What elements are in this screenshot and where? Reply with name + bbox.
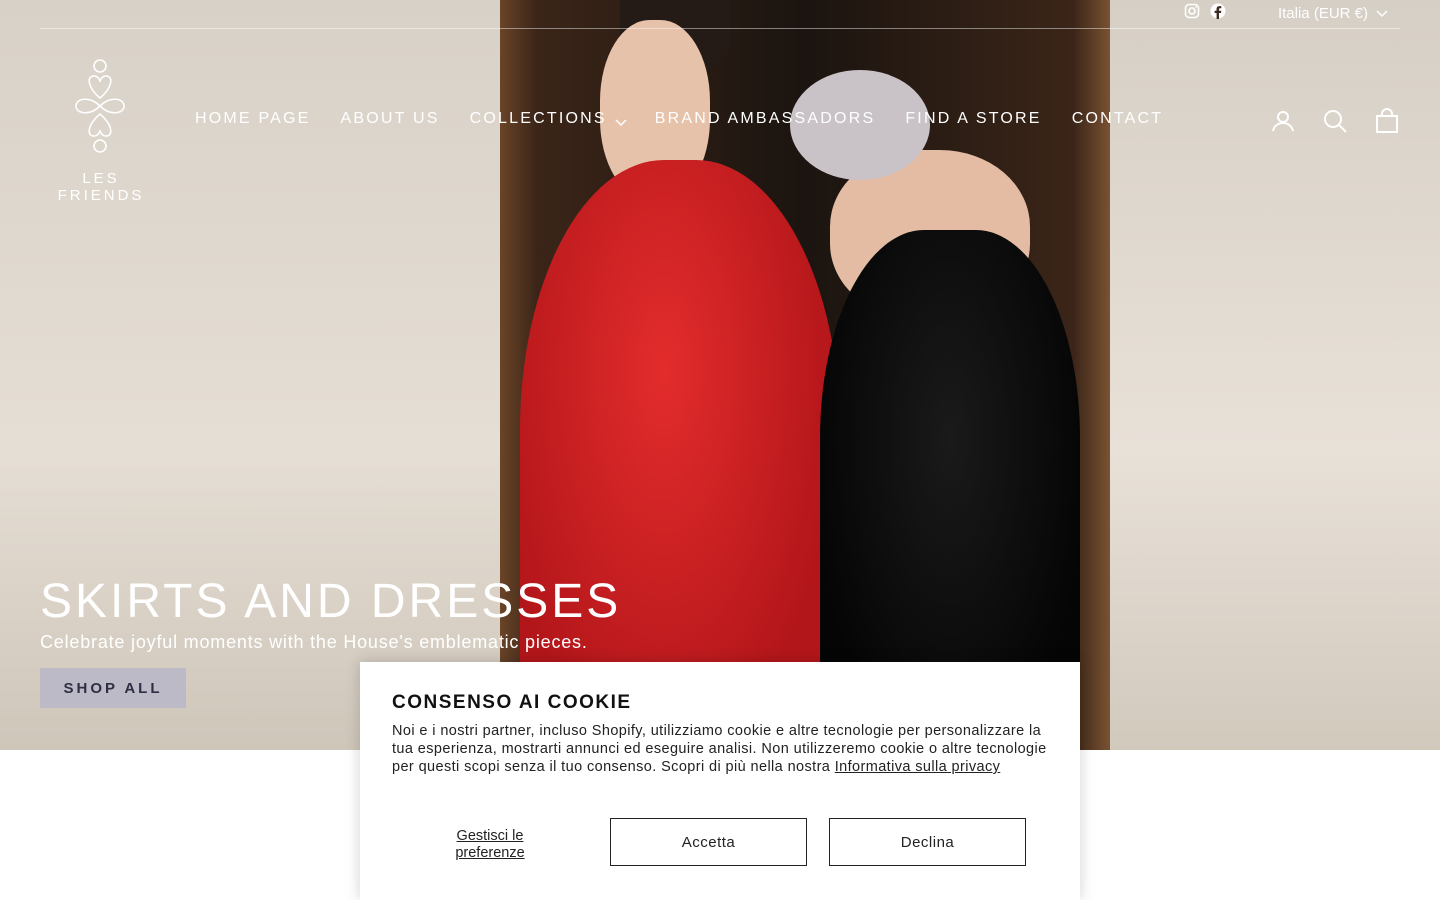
- header-actions: [1270, 108, 1400, 134]
- nav-item-label: FIND A STORE: [905, 110, 1042, 127]
- nav-item-about-us[interactable]: ABOUT US: [326, 110, 455, 128]
- logo-text: LES FRIENDS: [57, 170, 145, 204]
- cookie-title: CONSENSO AI COOKIE: [392, 692, 632, 713]
- nav-item-contact[interactable]: CONTACT: [1057, 110, 1179, 128]
- chevron-down-icon: [1376, 5, 1388, 22]
- nav-item-collections[interactable]: COLLECTIONS: [455, 110, 640, 128]
- nav-item-label: CONTACT: [1071, 110, 1164, 127]
- hero-subtitle: Celebrate joyful moments with the House'…: [40, 632, 588, 652]
- utility-bar: Italia (EUR €): [40, 0, 1400, 29]
- manage-preferences-link[interactable]: Gestisci le preferenze: [440, 828, 540, 862]
- search-icon[interactable]: [1322, 108, 1348, 134]
- shop-all-button[interactable]: SHOP ALL: [40, 668, 186, 708]
- nav-item-label: BRAND AMBASSADORS: [654, 110, 876, 127]
- nav-item-find-a-store[interactable]: FIND A STORE: [890, 110, 1056, 128]
- facebook-icon[interactable]: [1210, 3, 1226, 19]
- currency-selector[interactable]: Italia (EUR €): [1278, 5, 1388, 22]
- nav-item-label: HOME PAGE: [195, 110, 311, 127]
- nav-item-label: ABOUT US: [340, 110, 440, 127]
- main-nav: HOME PAGE ABOUT US COLLECTIONS BRAND AMB…: [180, 110, 1178, 128]
- logo-mark-icon: [75, 59, 125, 153]
- account-icon[interactable]: [1270, 108, 1296, 134]
- decline-button[interactable]: Declina: [829, 818, 1026, 866]
- brand-logo[interactable]: [40, 58, 162, 188]
- hero-title: SKIRTS AND DRESSES: [40, 575, 622, 628]
- privacy-policy-link[interactable]: Informativa sulla privacy: [835, 759, 1001, 775]
- nav-item-label: COLLECTIONS: [469, 110, 607, 127]
- accept-button[interactable]: Accetta: [610, 818, 807, 866]
- cart-icon[interactable]: [1374, 108, 1400, 134]
- nav-item-home-page[interactable]: HOME PAGE: [180, 110, 326, 128]
- instagram-icon[interactable]: [1184, 3, 1200, 19]
- chevron-down-icon: [615, 114, 627, 127]
- cookie-consent-banner: CONSENSO AI COOKIE Noi e i nostri partne…: [360, 662, 1080, 900]
- nav-item-brand-ambassadors[interactable]: BRAND AMBASSADORS: [640, 110, 891, 128]
- cookie-body: Noi e i nostri partner, incluso Shopify,…: [392, 722, 1052, 776]
- social-links: [1184, 3, 1226, 19]
- currency-label: Italia (EUR €): [1277, 5, 1368, 22]
